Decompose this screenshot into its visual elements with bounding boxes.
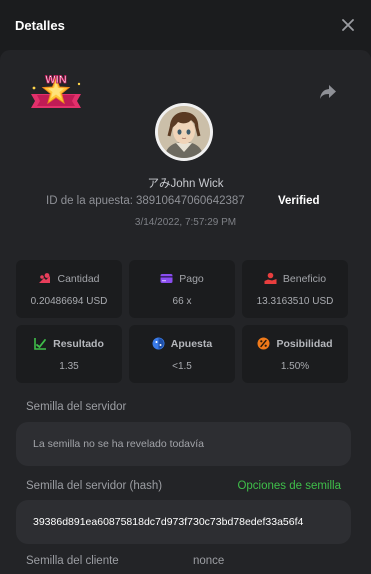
bet-datetime: 3/14/2022, 7:57:29 PM [134, 217, 237, 228]
stat-pago: Pago 66 x [129, 260, 235, 318]
server-seed-label: Semilla del servidor [26, 401, 127, 413]
bet-id-label: ID de la apuesta: [46, 195, 133, 207]
stat-value: <1.5 [172, 360, 192, 372]
modal-body: WIN アみJohn Wick ID de la apuesta: 389106… [0, 50, 371, 574]
stat-value: 1.35 [59, 360, 79, 372]
nonce-label: nonce [193, 555, 225, 567]
server-seed-field[interactable]: La semilla no se ha revelado todavía [16, 422, 351, 466]
percent-icon [257, 337, 270, 350]
modal-title: Detalles [15, 17, 65, 33]
stat-value: 66 x [172, 295, 192, 307]
stat-label: Apuesta [170, 337, 213, 350]
server-seed-hash-label: Semilla del servidor (hash) [26, 480, 163, 492]
stats-grid: Cantidad 0.20486694 USD Pago 66 x Benefi… [16, 260, 351, 383]
bet-id: ID de la apuesta: 38910647060642387 [46, 195, 245, 207]
coins-icon [38, 272, 51, 285]
verified-badge[interactable]: Verified [278, 195, 320, 207]
client-seed-label: Semilla del cliente [26, 555, 119, 567]
chart-check-icon [34, 337, 47, 350]
stat-posibilidad: Posibilidad 1.50% [242, 325, 348, 383]
modal-header: Detalles [0, 0, 371, 50]
dice-icon [152, 337, 165, 350]
share-icon[interactable] [319, 84, 337, 100]
bet-details-modal: Detalles WIN アみJohn Wick ID de la apuest… [0, 0, 371, 574]
seed-options-link[interactable]: Opciones de semilla [237, 480, 341, 492]
avatar [155, 103, 213, 161]
stat-apuesta: Apuesta <1.5 [129, 325, 235, 383]
server-seed-hash-field[interactable]: 39386d891ea60875818dc7d973f730c73bd78ede… [16, 500, 351, 544]
username: アみJohn Wick [147, 178, 224, 190]
card-icon [160, 272, 173, 285]
close-icon[interactable] [339, 16, 357, 34]
hand-coins-icon [264, 272, 277, 285]
stat-label: Resultado [53, 337, 104, 350]
stat-value: 13.3163510 USD [256, 295, 334, 307]
stat-label: Cantidad [57, 272, 100, 285]
bet-id-value: 38910647060642387 [135, 195, 245, 207]
stat-resultado: Resultado 1.35 [16, 325, 122, 383]
stat-label: Posibilidad [276, 337, 333, 350]
win-badge-icon: WIN [31, 74, 81, 108]
win-badge-text: WIN [45, 74, 66, 86]
stat-value: 1.50% [280, 360, 310, 372]
stat-label: Beneficio [282, 272, 327, 285]
stat-value: 0.20486694 USD [30, 295, 108, 307]
stat-beneficio: Beneficio 13.3163510 USD [242, 260, 348, 318]
stat-label: Pago [179, 272, 204, 285]
stat-cantidad: Cantidad 0.20486694 USD [16, 260, 122, 318]
